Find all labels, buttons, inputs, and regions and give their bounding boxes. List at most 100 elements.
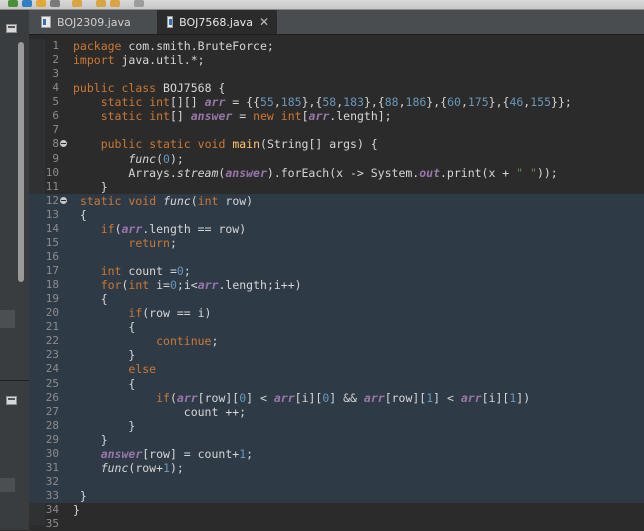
toolbar-nav-icon[interactable] [134,0,144,7]
minimize-view-icon-2[interactable] [6,396,17,405]
code-area[interactable]: 1 package com.smith.BruteForce; 2 import ja… [29,39,644,531]
code-line[interactable]: 29 } [29,432,644,447]
line-number: 5 [52,95,59,109]
code-line[interactable]: 21 { [29,320,644,335]
code-line[interactable]: 3 [29,67,644,81]
line-number: 26 [45,390,59,404]
left-panel [0,10,29,530]
line-text: import java.util.*; [73,53,205,68]
line-text: return; [128,235,177,250]
code-line[interactable]: 6 static int[] answer = new int[arr.leng… [29,109,644,123]
toolbar-forward-icon[interactable] [110,0,120,7]
code-line[interactable]: 30 answer[row] = count+1; [29,446,644,461]
panel-stripe-2 [0,478,15,492]
line-number: 1 [52,39,59,52]
code-line[interactable]: 7 [29,123,644,137]
code-line[interactable]: 15 return; [29,235,644,250]
line-text: static int[][] arr = {{55,185},{58,183},… [100,95,572,110]
line-text: public class BOJ7568 { [73,81,226,96]
toolbar-debug-icon[interactable] [22,0,32,7]
tab-boj2309[interactable]: BOJ2309.java [31,10,156,34]
minimize-view-icon[interactable] [6,24,17,33]
toolbar-back-icon[interactable] [96,0,106,7]
line-text: } [73,432,108,447]
line-text: package com.smith.BruteForce; [73,39,274,53]
line-number: 35 [45,517,59,531]
code-editor[interactable]: 1 package com.smith.BruteForce; 2 import ja… [29,35,644,530]
code-line[interactable]: 12 static void func(int row) [29,193,644,208]
tab-boj7568[interactable]: BOJ7568.java ✕ [157,10,277,34]
code-line[interactable]: 26 if(arr[row][0] < arr[i][0] && arr[row… [29,390,644,405]
line-text: public static void main(String[] args) { [100,137,378,152]
line-number: 4 [52,81,59,95]
toolbar-run-icon[interactable] [8,0,18,7]
line-text: for(int i=0;i<arr.length;i++) [100,278,302,293]
code-line[interactable]: 4 public class BOJ7568 { [29,81,644,95]
code-line[interactable]: 23 } [29,348,644,363]
code-line[interactable]: 5 static int[][] arr = {{55,185},{58,183… [29,95,644,109]
line-number: 34 [45,503,59,517]
code-line[interactable]: 24 else [29,362,644,377]
fold-toggle-icon[interactable] [60,196,67,204]
code-line[interactable]: 25 { [29,376,644,391]
line-number: 18 [45,278,59,292]
line-text: continue; [156,334,219,349]
toolbar [0,0,644,10]
line-number: 32 [45,474,59,488]
line-number: 23 [45,348,59,362]
line-text: if(arr.length == row) [100,221,247,236]
line-number: 3 [52,67,59,81]
line-number: 16 [45,249,59,263]
code-line[interactable]: 17 int count =0; [29,264,644,279]
line-text: else [128,362,157,377]
code-line[interactable]: 14 if(arr.length == row) [29,221,644,236]
code-line[interactable]: 16 [29,249,644,264]
line-text: count ++; [73,404,247,419]
code-line[interactable]: 2 import java.util.*; [29,53,644,67]
line-number: 25 [45,376,59,390]
line-number: 7 [52,123,59,137]
line-number: 31 [45,460,59,474]
code-line[interactable]: 11 } [29,180,644,194]
panel-stripe [0,310,15,328]
line-number: 22 [45,334,59,348]
line-number: 17 [45,264,59,277]
line-number: 28 [45,418,59,432]
line-number: 33 [45,489,59,502]
code-line[interactable]: 32 [29,474,644,489]
toolbar-save-icon[interactable] [50,0,60,7]
code-line[interactable]: 10 Arrays.stream(answer).forEach(x -> Sy… [29,166,644,180]
code-line[interactable]: 13 { [29,207,644,222]
code-line[interactable]: 27 count ++; [29,404,644,419]
fold-toggle-icon[interactable] [60,140,67,148]
line-number: 12 [45,193,59,207]
line-number: 21 [45,320,59,334]
line-text: static void func(int row) [79,193,254,208]
code-line[interactable]: 33 } [29,489,644,504]
toolbar-open-icon[interactable] [72,0,82,7]
code-line[interactable]: 34} [29,503,644,517]
code-line[interactable]: 28 } [29,418,644,433]
code-line[interactable]: 35 [29,517,644,531]
code-line[interactable]: 9 func(0); [29,152,644,166]
line-text: func(row+1); [100,460,184,475]
code-line[interactable]: 18 for(int i=0;i<arr.length;i++) [29,278,644,293]
code-line[interactable]: 22 continue; [29,334,644,349]
code-line[interactable]: 19 { [29,292,644,307]
code-line[interactable]: 31 func(row+1); [29,460,644,475]
line-number: 2 [52,53,59,67]
code-line[interactable]: 20 if(row == i) [29,306,644,321]
toolbar-new-icon[interactable] [36,0,46,7]
code-line[interactable]: 1 package com.smith.BruteForce; [29,39,644,53]
line-text: answer[row] = count+1; [100,446,254,461]
line-number: 24 [45,362,59,376]
close-icon[interactable]: ✕ [259,15,269,29]
line-text: if(arr[row][0] < arr[i][0] && arr[row][1… [156,390,531,405]
line-number: 13 [45,207,59,221]
panel-scrollbar[interactable] [18,42,24,282]
line-text: { [73,292,108,307]
line-number: 6 [52,109,59,123]
editor-tab-bar: BOJ2309.java BOJ7568.java ✕ [29,10,644,35]
code-line[interactable]: 8 public static void main(String[] args)… [29,137,644,151]
line-text: { [73,320,136,335]
